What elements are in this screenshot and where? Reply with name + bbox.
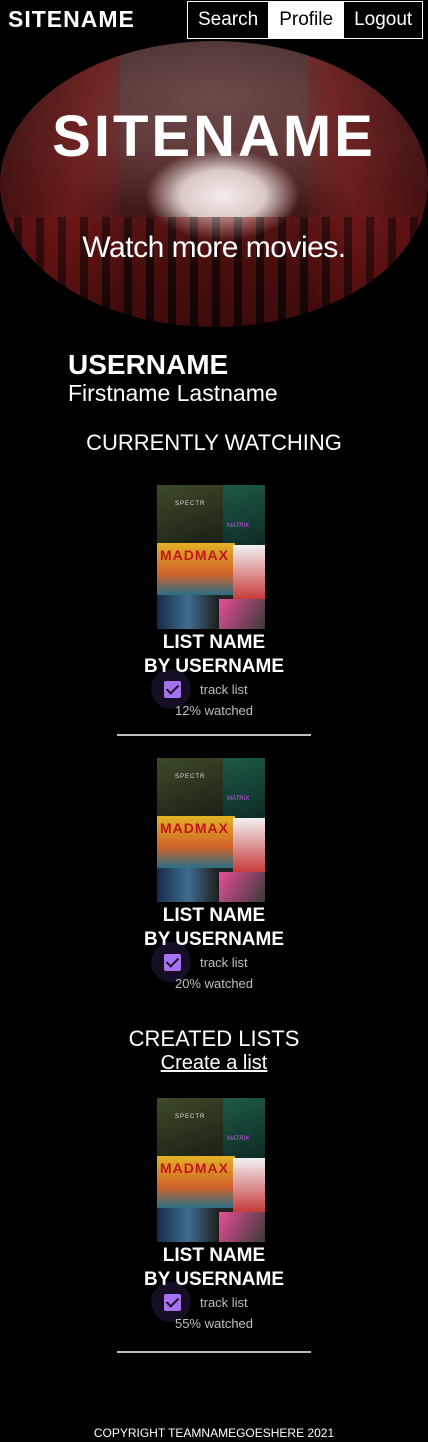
list-card: SPECTR MATRIX MADMAX LIST NAME BY USERNA… bbox=[0, 1098, 428, 1338]
track-list-checkbox[interactable] bbox=[164, 1294, 181, 1311]
track-list-label: track list bbox=[200, 1295, 248, 1310]
main-nav: Search Profile Logout bbox=[187, 1, 424, 39]
track-list-label: track list bbox=[200, 682, 248, 697]
poster-text: SPECTR bbox=[175, 774, 206, 780]
list-card: SPECTR MATRIX MADMAX LIST NAME BY USERNA… bbox=[0, 758, 428, 998]
poster-text: SPECTR bbox=[175, 501, 206, 507]
track-list-toggle[interactable]: track list bbox=[151, 1282, 297, 1322]
site-logo[interactable]: SITENAME bbox=[8, 6, 135, 33]
divider bbox=[117, 1351, 311, 1353]
track-list-label: track list bbox=[200, 955, 248, 970]
watched-progress-text: 12% watched bbox=[174, 703, 254, 718]
list-name: LIST NAME bbox=[162, 632, 266, 653]
hero-title: SITENAME bbox=[52, 104, 376, 169]
list-title[interactable]: LIST NAME BY USERNAME bbox=[0, 631, 428, 679]
poster-text: MADMAX bbox=[160, 1160, 229, 1176]
track-list-toggle[interactable]: track list bbox=[151, 669, 297, 709]
created-lists-heading: CREATED LISTS bbox=[128, 1026, 300, 1051]
track-list-toggle[interactable]: track list bbox=[151, 942, 297, 982]
footer-copyright: COPYRIGHT TEAMNAMEGOESHERE 2021 bbox=[93, 1426, 335, 1440]
track-list-checkbox[interactable] bbox=[164, 681, 181, 698]
list-poster[interactable]: SPECTR MATRIX MADMAX bbox=[157, 1098, 265, 1242]
list-poster[interactable]: SPECTR MATRIX MADMAX bbox=[157, 485, 265, 629]
page: SITENAME Search Profile Logout SITENAME … bbox=[0, 0, 428, 1442]
poster-text: MATRIX bbox=[227, 796, 250, 802]
list-name: LIST NAME bbox=[162, 905, 266, 926]
nav-logout-link[interactable]: Logout bbox=[343, 2, 422, 38]
top-bar: SITENAME Search Profile Logout bbox=[0, 0, 428, 40]
poster-text: MADMAX bbox=[160, 820, 229, 836]
list-title[interactable]: LIST NAME BY USERNAME bbox=[0, 904, 428, 952]
hero-tagline: Watch more movies. bbox=[82, 231, 346, 264]
poster-text: MATRIX bbox=[227, 523, 250, 529]
poster-text: SPECTR bbox=[175, 1114, 206, 1120]
create-list-link[interactable]: Create a list bbox=[0, 1052, 428, 1075]
currently-watching-heading: CURRENTLY WATCHING bbox=[86, 430, 342, 455]
hero-banner: SITENAME Watch more movies. bbox=[0, 41, 428, 327]
track-list-checkbox[interactable] bbox=[164, 954, 181, 971]
poster-text: MADMAX bbox=[160, 547, 229, 563]
divider bbox=[117, 734, 311, 736]
poster-text: MATRIX bbox=[227, 1136, 250, 1142]
list-title[interactable]: LIST NAME BY USERNAME bbox=[0, 1244, 428, 1292]
watched-progress-text: 20% watched bbox=[174, 976, 254, 991]
list-poster[interactable]: SPECTR MATRIX MADMAX bbox=[157, 758, 265, 902]
profile-username: USERNAME bbox=[68, 349, 229, 380]
list-card: SPECTR MATRIX MADMAX LIST NAME BY USERNA… bbox=[0, 485, 428, 725]
nav-search-link[interactable]: Search bbox=[188, 2, 268, 38]
watched-progress-text: 55% watched bbox=[174, 1316, 254, 1331]
profile-fullname: Firstname Lastname bbox=[68, 380, 278, 406]
nav-profile-link[interactable]: Profile bbox=[268, 2, 344, 38]
list-name: LIST NAME bbox=[162, 1245, 266, 1266]
